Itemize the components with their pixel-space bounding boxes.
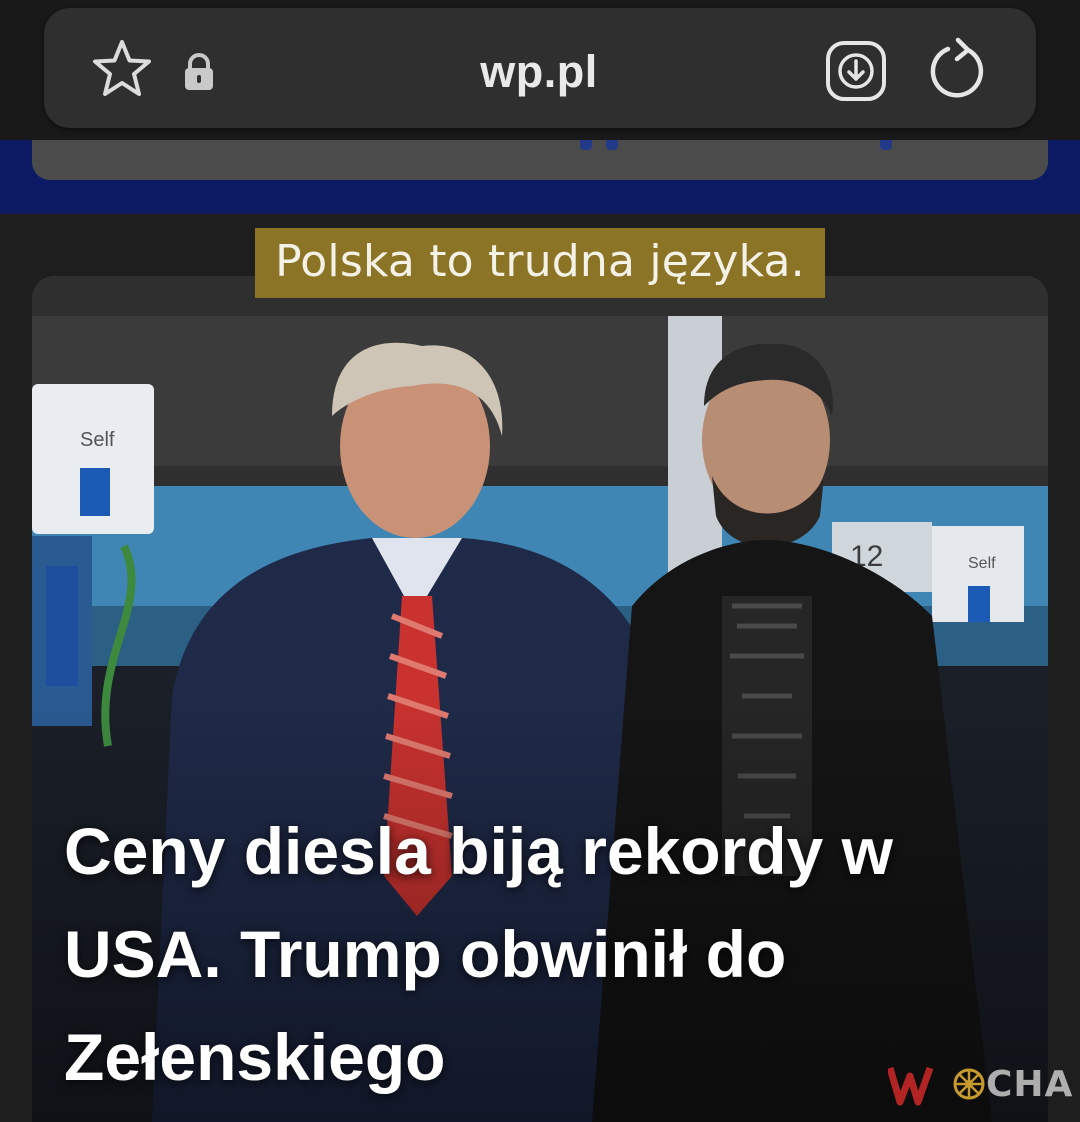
download-icon[interactable] (825, 40, 887, 102)
article-headline[interactable]: Ceny diesla biją rekordy w USA. Trump ob… (64, 800, 994, 1109)
reload-icon[interactable] (928, 36, 988, 102)
headline-line-2: USA. Trump obwinił do (64, 917, 787, 991)
caption-text: Polska to trudna języka. (275, 236, 805, 287)
svg-text:Self: Self (80, 429, 115, 451)
meme-caption: Polska to trudna języka. (255, 228, 825, 298)
headline-line-1: Ceny diesla biją rekordy w (64, 814, 893, 888)
page-search-box-partial[interactable] (32, 140, 1048, 180)
star-icon[interactable] (90, 38, 154, 100)
svg-text:Self: Self (968, 555, 996, 572)
url-text[interactable]: wp.pl (304, 46, 774, 98)
lock-icon (185, 53, 213, 90)
watermark-text: CHA (986, 1064, 1074, 1105)
wheel-icon (953, 1068, 985, 1100)
watermark-logo: CHA (888, 1062, 1072, 1106)
headline-line-3: Zełenskiego (64, 1020, 446, 1094)
watermark-w-icon (888, 1066, 934, 1106)
address-bar[interactable]: wp.pl (44, 8, 1036, 128)
